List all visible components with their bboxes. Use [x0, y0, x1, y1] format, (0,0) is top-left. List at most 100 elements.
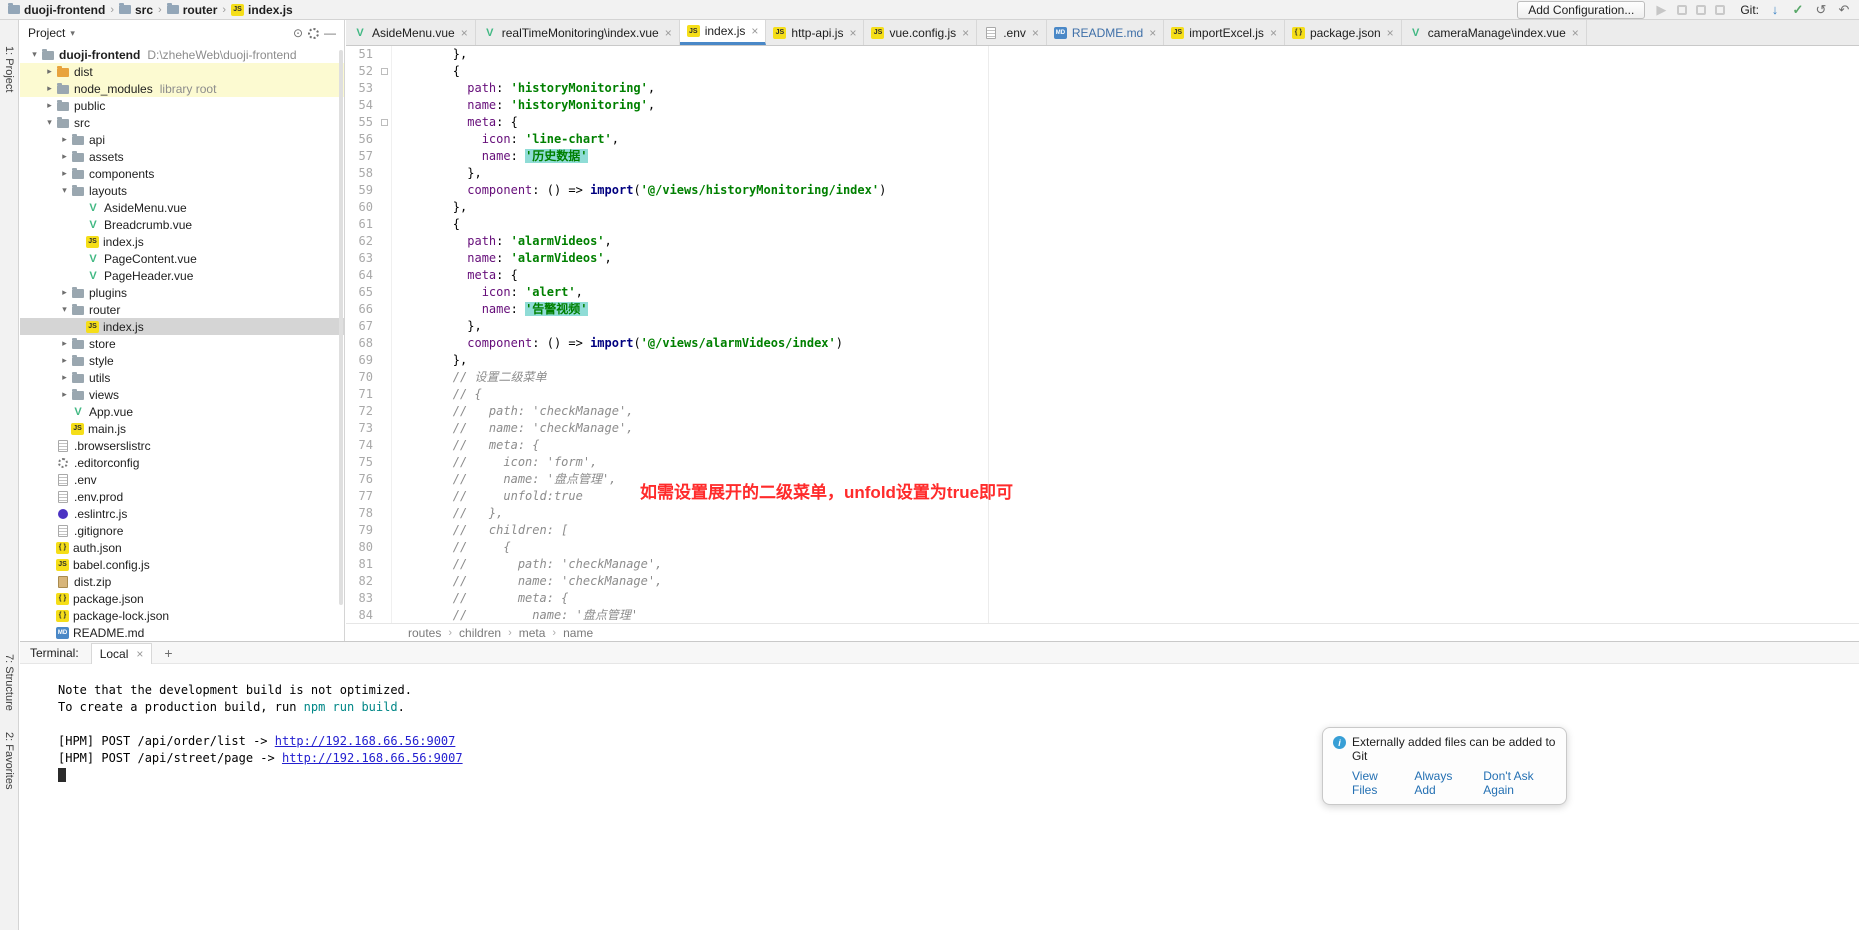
tree-item[interactable]: ▸components: [20, 165, 344, 182]
tree-item[interactable]: .env.prod: [20, 488, 344, 505]
code-line[interactable]: 82 // name: 'checkManage',: [346, 573, 1859, 590]
code-line[interactable]: 80 // {: [346, 539, 1859, 556]
fold-marker-icon[interactable]: [381, 119, 388, 126]
editor-tab[interactable]: { }package.json×: [1285, 20, 1402, 45]
code-line[interactable]: 62 path: 'alarmVideos',: [346, 233, 1859, 250]
terminal-link[interactable]: http://192.168.66.56:9007: [282, 751, 463, 765]
tree-item[interactable]: .eslintrc.js: [20, 505, 344, 522]
code-line[interactable]: 73 // name: 'checkManage',: [346, 420, 1859, 437]
editor-tab[interactable]: VrealTimeMonitoring\index.vue×: [476, 20, 680, 45]
tree-item[interactable]: { }package.json: [20, 590, 344, 607]
close-tab-icon[interactable]: ×: [1387, 26, 1394, 40]
code-line[interactable]: 68 component: () => import('@/views/alar…: [346, 335, 1859, 352]
breadcrumb-item[interactable]: routes: [408, 626, 441, 640]
expand-arrow-icon[interactable]: ▸: [58, 389, 71, 400]
tree-item[interactable]: ▸utils: [20, 369, 344, 386]
expand-arrow-icon[interactable]: ▾: [58, 304, 71, 315]
code-line[interactable]: 66 name: '告警视频': [346, 301, 1859, 318]
tree-item[interactable]: MDREADME.md: [20, 624, 344, 641]
code-line[interactable]: 60 },: [346, 199, 1859, 216]
code-editor[interactable]: 51 },52 {53 path: 'historyMonitoring',54…: [346, 46, 1859, 623]
git-rollback-icon[interactable]: ↶: [1837, 3, 1851, 17]
code-line[interactable]: 72 // path: 'checkManage',: [346, 403, 1859, 420]
code-line[interactable]: 78 // },: [346, 505, 1859, 522]
debug-button[interactable]: [1677, 5, 1687, 15]
tree-item[interactable]: JSmain.js: [20, 420, 344, 437]
coverage-button[interactable]: [1696, 5, 1706, 15]
breadcrumb-item[interactable]: duoji-frontend: [4, 3, 109, 17]
add-configuration-button[interactable]: Add Configuration...: [1517, 1, 1645, 19]
terminal-link[interactable]: http://192.168.66.56:9007: [275, 734, 456, 748]
view-files-link[interactable]: View Files: [1352, 769, 1399, 797]
new-terminal-button[interactable]: +: [164, 645, 172, 661]
breadcrumb-item[interactable]: router: [163, 3, 222, 17]
code-line[interactable]: 69 },: [346, 352, 1859, 369]
git-commit-icon[interactable]: ✓: [1791, 3, 1805, 17]
tree-item[interactable]: ▸node_moduleslibrary root: [20, 80, 344, 97]
tree-item[interactable]: ▸style: [20, 352, 344, 369]
code-line[interactable]: 64 meta: {: [346, 267, 1859, 284]
tree-item[interactable]: dist.zip: [20, 573, 344, 590]
close-tab-icon[interactable]: ×: [1149, 26, 1156, 40]
tree-item[interactable]: ▸plugins: [20, 284, 344, 301]
expand-arrow-icon[interactable]: ▸: [58, 355, 71, 366]
breadcrumb-item[interactable]: meta: [519, 626, 546, 640]
tree-item[interactable]: ▾duoji-frontendD:\zheheWeb\duoji-fronten…: [20, 46, 344, 63]
tree-item[interactable]: ▾src: [20, 114, 344, 131]
tree-item[interactable]: VPageHeader.vue: [20, 267, 344, 284]
tree-item[interactable]: ▸api: [20, 131, 344, 148]
dont-ask-again-link[interactable]: Don't Ask Again: [1483, 769, 1556, 797]
breadcrumb-item[interactable]: JSindex.js: [227, 3, 297, 17]
tree-item[interactable]: ▸views: [20, 386, 344, 403]
expand-arrow-icon[interactable]: ▸: [43, 100, 56, 111]
close-tab-icon[interactable]: ×: [461, 26, 468, 40]
tree-item[interactable]: ▸public: [20, 97, 344, 114]
code-line[interactable]: 65 icon: 'alert',: [346, 284, 1859, 301]
tree-item[interactable]: JSbabel.config.js: [20, 556, 344, 573]
close-icon[interactable]: ×: [136, 647, 143, 661]
expand-arrow-icon[interactable]: ▸: [58, 287, 71, 298]
code-line[interactable]: 71 // {: [346, 386, 1859, 403]
tree-item[interactable]: ▾layouts: [20, 182, 344, 199]
tree-item[interactable]: ▸store: [20, 335, 344, 352]
profiler-button[interactable]: [1715, 5, 1725, 15]
tree-item[interactable]: { }auth.json: [20, 539, 344, 556]
close-tab-icon[interactable]: ×: [962, 26, 969, 40]
code-line[interactable]: 55 meta: {: [346, 114, 1859, 131]
code-line[interactable]: 57 name: '历史数据': [346, 148, 1859, 165]
gear-icon[interactable]: [308, 28, 319, 39]
stripe-project-button[interactable]: 1: Project: [3, 46, 15, 92]
code-line[interactable]: 79 // children: [: [346, 522, 1859, 539]
tree-item[interactable]: .editorconfig: [20, 454, 344, 471]
breadcrumb-item[interactable]: children: [459, 626, 501, 640]
expand-arrow-icon[interactable]: ▸: [58, 134, 71, 145]
editor-tab[interactable]: VcameraManage\index.vue×: [1402, 20, 1587, 45]
fold-marker-icon[interactable]: [381, 68, 388, 75]
close-tab-icon[interactable]: ×: [1032, 26, 1039, 40]
code-line[interactable]: 61 {: [346, 216, 1859, 233]
close-tab-icon[interactable]: ×: [1572, 26, 1579, 40]
code-line[interactable]: 54 name: 'historyMonitoring',: [346, 97, 1859, 114]
git-update-icon[interactable]: ↓: [1768, 3, 1782, 17]
code-line[interactable]: 75 // icon: 'form',: [346, 454, 1859, 471]
expand-arrow-icon[interactable]: ▸: [58, 338, 71, 349]
git-history-icon[interactable]: ↺: [1814, 3, 1828, 17]
tree-item[interactable]: { }package-lock.json: [20, 607, 344, 624]
code-line[interactable]: 52 {: [346, 63, 1859, 80]
tree-item[interactable]: ▸assets: [20, 148, 344, 165]
close-tab-icon[interactable]: ×: [849, 26, 856, 40]
code-line[interactable]: 63 name: 'alarmVideos',: [346, 250, 1859, 267]
expand-arrow-icon[interactable]: ▸: [58, 372, 71, 383]
close-tab-icon[interactable]: ×: [1270, 26, 1277, 40]
code-line[interactable]: 70 // 设置二级菜单: [346, 369, 1859, 386]
breadcrumb-item[interactable]: src: [115, 3, 157, 17]
tree-item[interactable]: JSindex.js: [20, 318, 344, 335]
expand-arrow-icon[interactable]: ▸: [43, 66, 56, 77]
stripe-structure-button[interactable]: 7: Structure: [3, 654, 15, 711]
code-line[interactable]: 51 },: [346, 46, 1859, 63]
code-line[interactable]: 59 component: () => import('@/views/hist…: [346, 182, 1859, 199]
editor-tab[interactable]: VAsideMenu.vue×: [346, 20, 476, 45]
code-line[interactable]: 58 },: [346, 165, 1859, 182]
panel-title[interactable]: Project: [28, 26, 65, 40]
code-line[interactable]: 67 },: [346, 318, 1859, 335]
